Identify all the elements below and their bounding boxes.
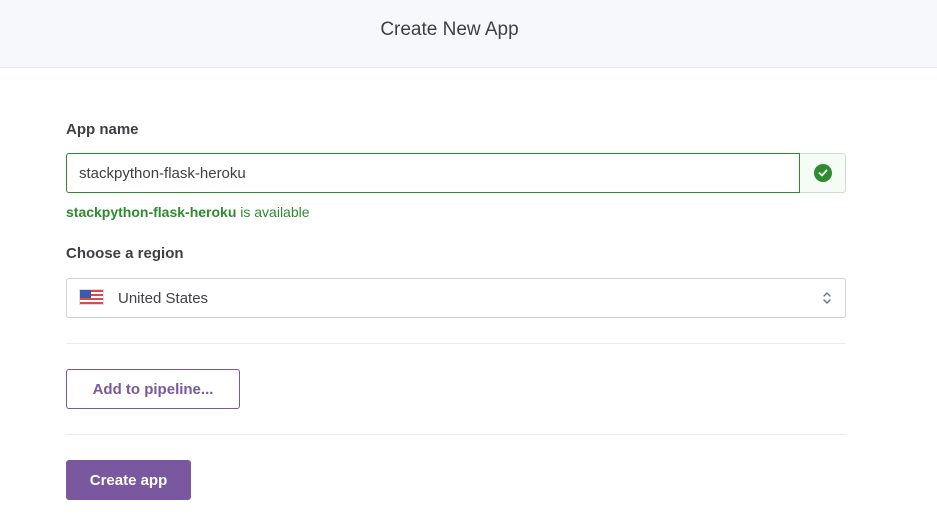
availability-suffix: is available	[236, 204, 310, 220]
create-app-button[interactable]: Create app	[66, 460, 191, 500]
divider	[66, 343, 846, 344]
divider	[66, 434, 846, 435]
app-name-status	[800, 153, 846, 193]
app-name-input[interactable]	[66, 153, 800, 193]
page-header: Create New App	[0, 0, 937, 68]
available-app-name: stackpython-flask-heroku	[66, 204, 237, 220]
page-title: Create New App	[380, 18, 519, 40]
app-name-field-group	[66, 153, 846, 193]
chevron-updown-icon	[821, 290, 833, 306]
region-selected-value: United States	[118, 289, 209, 307]
availability-message: stackpython-flask-heroku is available	[66, 204, 310, 220]
region-label: Choose a region	[66, 245, 184, 262]
us-flag-icon	[79, 289, 104, 305]
check-circle-icon	[813, 164, 832, 182]
region-select[interactable]: United States	[66, 278, 846, 318]
add-to-pipeline-button[interactable]: Add to pipeline...	[66, 369, 240, 409]
app-name-label: App name	[66, 121, 139, 138]
